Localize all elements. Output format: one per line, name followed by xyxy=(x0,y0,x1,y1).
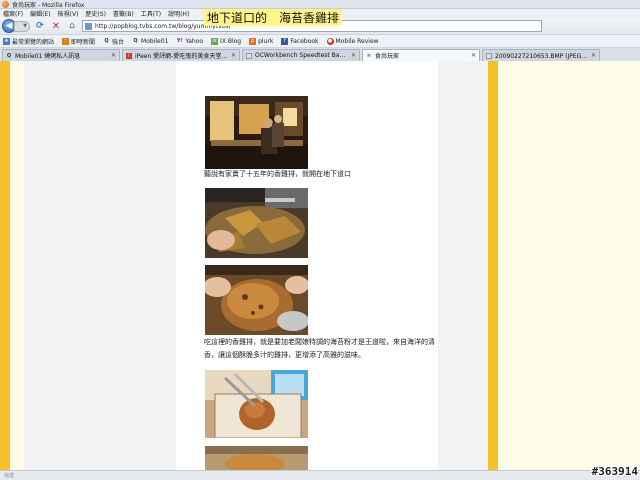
status-bar: 完成 xyxy=(0,470,640,480)
menu-edit[interactable]: 編輯(E) xyxy=(30,9,50,18)
home-button[interactable]: ⌂ xyxy=(66,20,78,32)
bookmark-most-visited[interactable]: ★ 最常瀏覽的網站 xyxy=(3,37,54,46)
tab-bmp-image[interactable]: 20090227210653.BMP (JPEG 圖片... ✕ xyxy=(482,49,600,61)
post-title: 地下道口的 海苔香雞排 xyxy=(204,9,343,26)
loading-icon: ❋ xyxy=(366,52,372,59)
bookmark-plurk[interactable]: p plurk xyxy=(249,37,273,45)
page-icon xyxy=(246,52,252,59)
tab-ipeen[interactable]: i iPeen 愛評網-愛吃鬼的美食天堂-餐... ✕ xyxy=(122,49,240,61)
reload-icon: ⟳ xyxy=(36,21,44,31)
bookmarks-toolbar: ★ 最常瀏覽的網站 ∷ 即時新聞 Q 強台 Q Mobile01 Y! Yahoo ix I… xyxy=(0,35,640,48)
left-border-stripe xyxy=(0,61,10,470)
rss-icon: ∷ xyxy=(62,37,70,45)
stop-button[interactable]: ✕ xyxy=(50,20,62,32)
bookmark-yahoo[interactable]: Y! Yahoo xyxy=(176,38,203,45)
stop-icon: ✕ xyxy=(51,20,61,32)
q-icon: Q xyxy=(104,38,109,44)
menu-view[interactable]: 檢視(V) xyxy=(58,9,79,18)
menu-bookmarks[interactable]: 書籤(B) xyxy=(113,9,134,18)
plurk-icon: p xyxy=(249,37,257,45)
status-text: 完成 xyxy=(4,473,15,479)
dropdown-arrow-icon: ▼ xyxy=(23,23,27,29)
bookmark-qiangtai[interactable]: Q 強台 xyxy=(103,37,124,46)
window-title: 食尚玩家 - Mozilla Firefox xyxy=(12,1,85,9)
close-icon[interactable]: ✕ xyxy=(231,52,236,59)
yahoo-icon: Y! xyxy=(176,38,183,44)
firefox-icon xyxy=(2,0,9,8)
page-viewport[interactable] xyxy=(0,61,640,470)
mobile-review-icon: ● xyxy=(326,37,334,45)
menu-file[interactable]: 檔案(F) xyxy=(3,9,23,18)
image-icon xyxy=(486,52,492,59)
post-paragraph-2-line-1: 吃這裡的香雞排，就是要加老闆娘特調的海苔粉才是王道啦，來自海洋的清 xyxy=(204,338,435,346)
ipeen-icon: i xyxy=(126,52,132,59)
right-border-stripe xyxy=(488,61,498,470)
close-icon[interactable]: ✕ xyxy=(591,52,596,59)
home-icon: ⌂ xyxy=(69,21,75,31)
tab-ocworkbench[interactable]: OCWorkbench Speedtest Bandwi... ✕ xyxy=(242,49,360,61)
site-favicon-icon xyxy=(85,22,92,30)
ix-icon: ix xyxy=(211,37,219,45)
bookmark-news[interactable]: ∷ 即時新聞 xyxy=(62,37,95,46)
menu-help[interactable]: 說明(H) xyxy=(168,9,189,18)
bookmark-mobile-review[interactable]: ● Mobile Review xyxy=(326,37,379,45)
back-arrow-icon: ◀ xyxy=(5,21,13,31)
photo-next-partial xyxy=(205,446,308,470)
forward-button[interactable]: ▼ xyxy=(14,20,30,32)
close-icon[interactable]: ✕ xyxy=(471,52,476,59)
bookmark-mobile01[interactable]: Q Mobile01 xyxy=(132,38,168,45)
q-icon: Q xyxy=(133,38,138,44)
close-icon[interactable]: ✕ xyxy=(111,52,116,59)
bookmark-ix-blog[interactable]: ix IX Blog xyxy=(211,37,241,45)
reload-button[interactable]: ⟳ xyxy=(34,20,46,32)
photo-frying-chicken xyxy=(205,188,308,258)
post-paragraph-2-line-2: 香，讓這個酥脆多汁的雞排，更增添了高雅的滋味。 xyxy=(204,351,365,359)
photo-stall-storefront xyxy=(205,96,308,169)
star-icon: ★ xyxy=(3,37,10,45)
close-icon[interactable]: ✕ xyxy=(351,52,356,59)
tab-strip: Q Mobile01 燒烤私人訊息 ✕ i iPeen 愛評網-愛吃鬼的美食天堂… xyxy=(0,48,640,61)
window-titlebar: 食尚玩家 - Mozilla Firefox xyxy=(0,0,640,9)
photo-hand-holding-cutlet xyxy=(205,265,308,335)
facebook-icon: f xyxy=(281,37,289,45)
photo-tongs-cutlet-box xyxy=(205,370,308,438)
tab-yummytvbs[interactable]: ❋ 食尚玩家 ✕ xyxy=(362,49,480,61)
menu-tools[interactable]: 工具(T) xyxy=(141,9,161,18)
watermark-label: #363914 xyxy=(591,465,638,478)
post-paragraph-1: 聽說有家賣了十五年的香雞排，就開在地下道口 xyxy=(204,170,351,178)
bookmark-facebook[interactable]: f Facebook xyxy=(281,37,319,45)
menu-history[interactable]: 歷史(S) xyxy=(85,9,106,18)
tab-mobile01[interactable]: Q Mobile01 燒烤私人訊息 ✕ xyxy=(2,49,120,61)
q-icon: Q xyxy=(6,52,12,59)
page-left-gutter xyxy=(10,61,24,470)
